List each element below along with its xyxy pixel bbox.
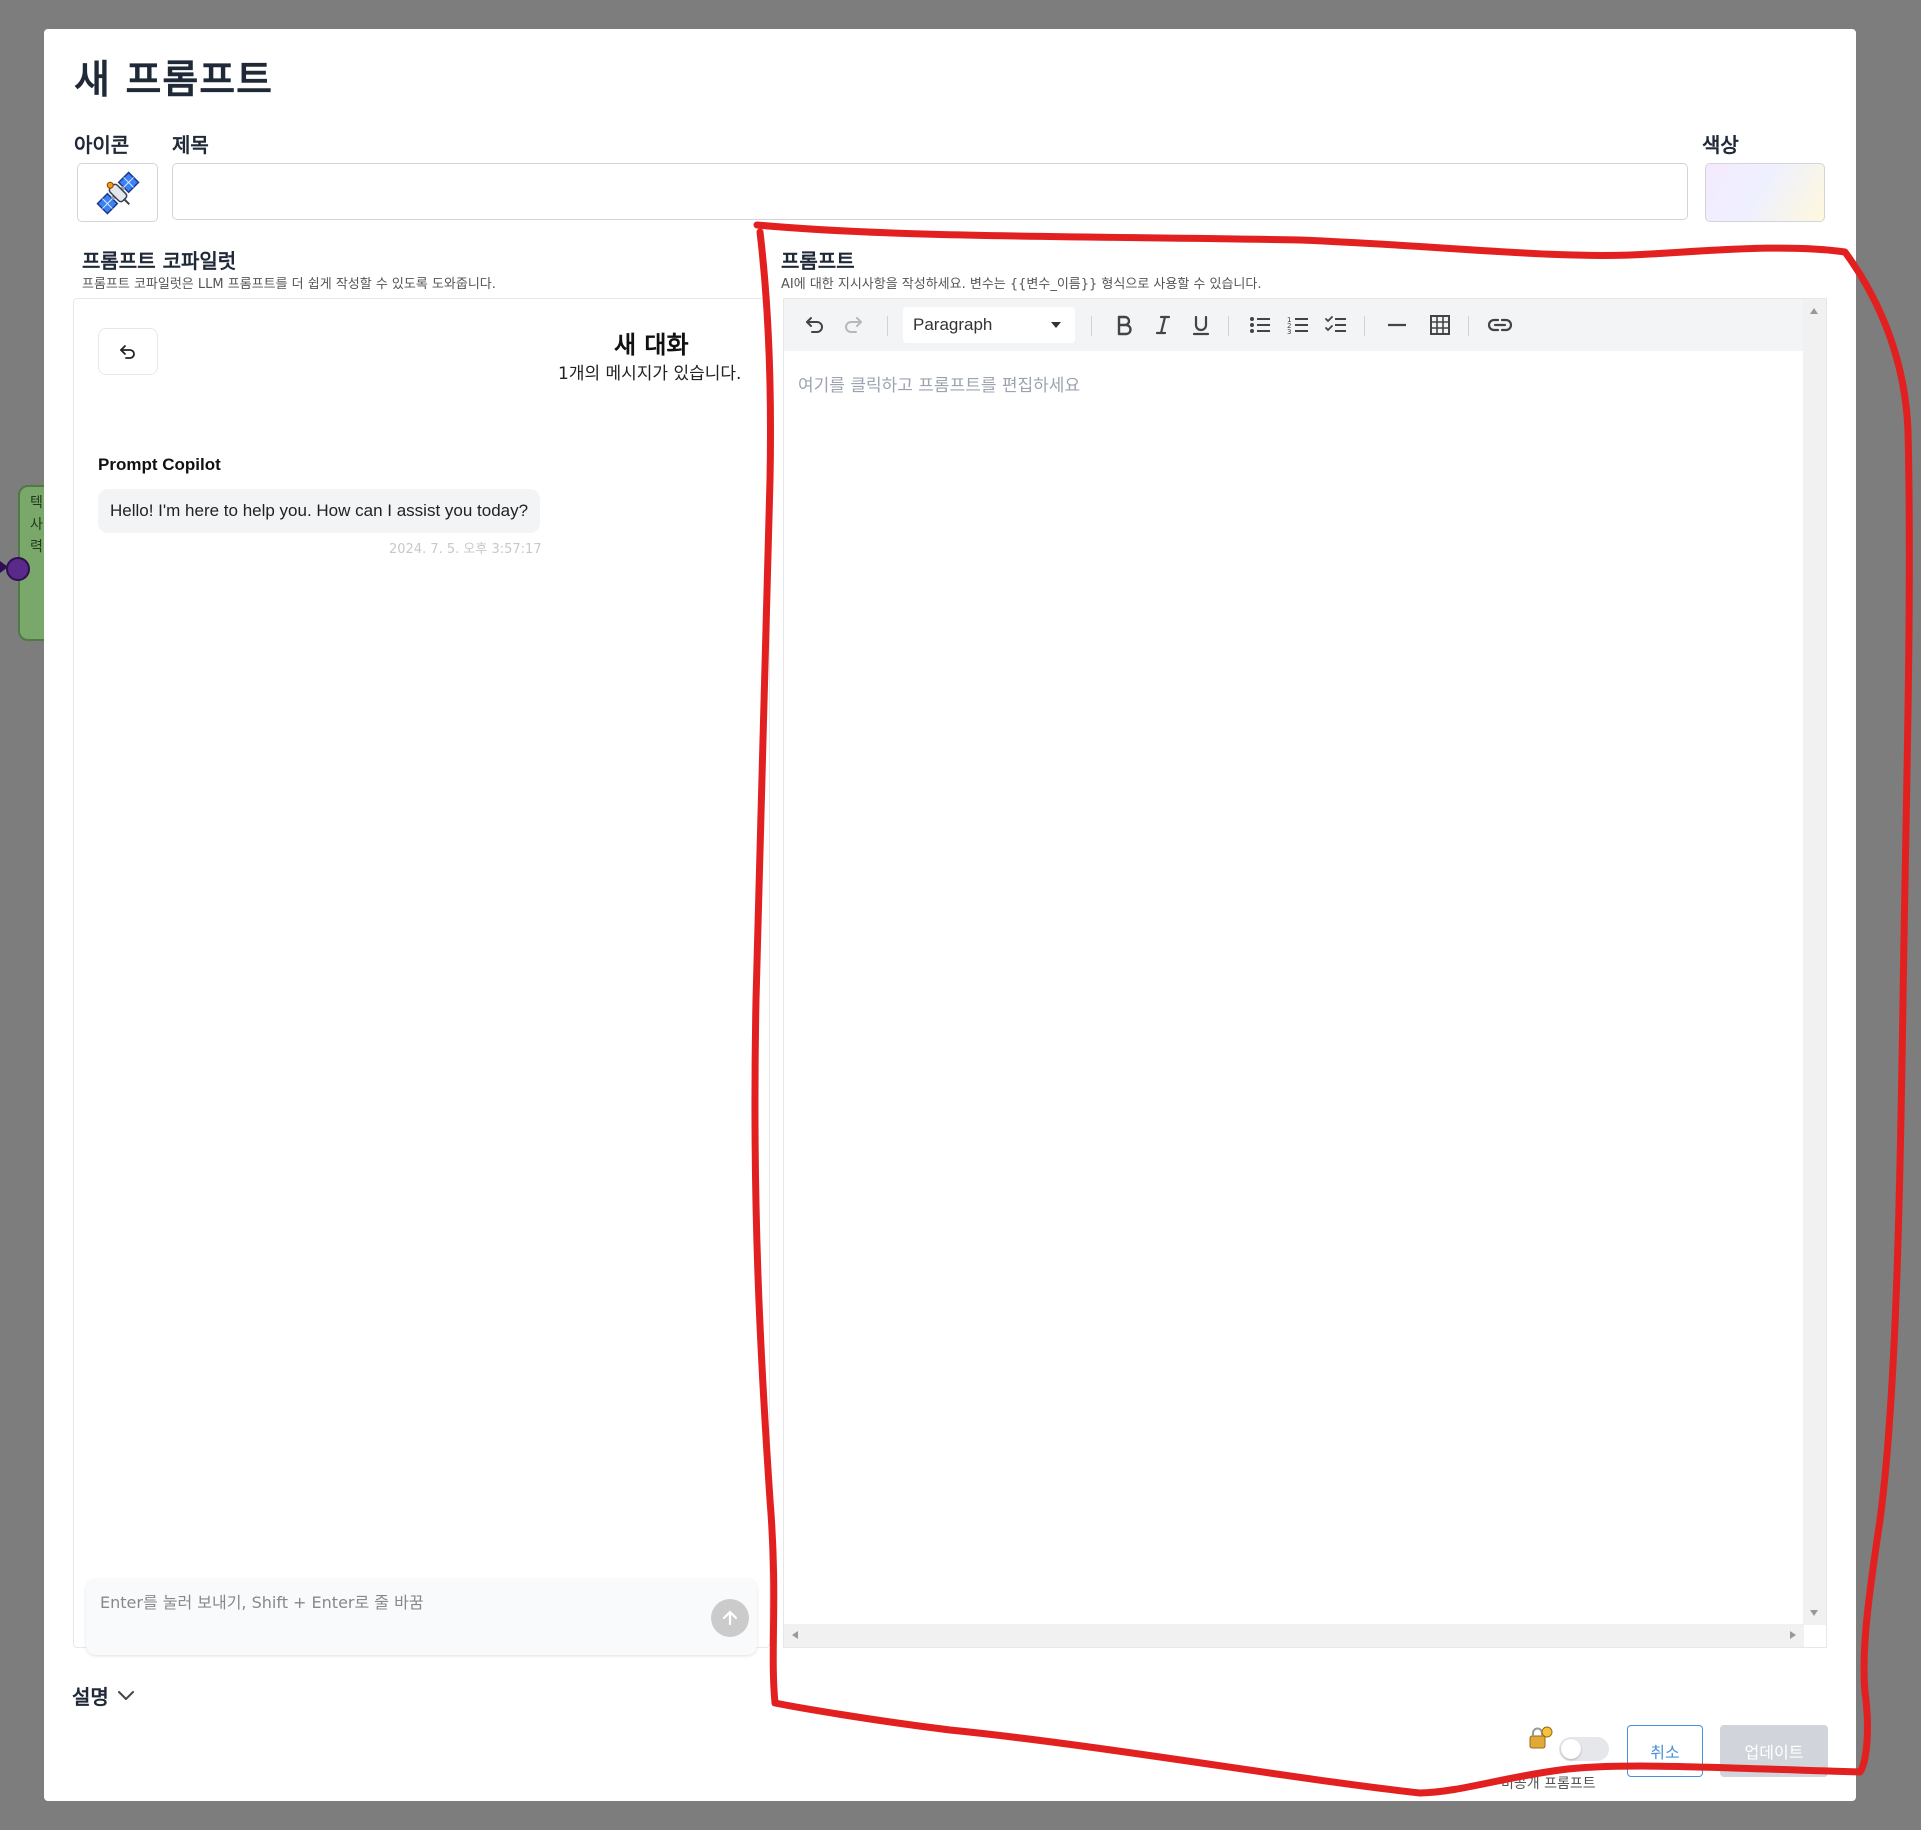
copilot-subtitle: 프롬프트 코파일럿은 LLM 프롬프트를 더 쉽게 작성할 수 있도록 도와줍니… <box>82 277 496 292</box>
bold-button[interactable] <box>1109 310 1139 340</box>
bullet-list-button[interactable] <box>1245 310 1275 340</box>
satellite-icon <box>95 170 140 215</box>
chevron-down-icon <box>1051 322 1061 328</box>
scroll-left-icon[interactable] <box>792 1631 798 1639</box>
color-picker-swatch[interactable] <box>1705 163 1825 222</box>
copilot-title: 프롬프트 코파일럿 <box>82 249 237 273</box>
icon-label: 아이콘 <box>74 133 130 157</box>
reset-conversation-button[interactable] <box>98 328 158 375</box>
block-type-select[interactable]: Paragraph <box>903 307 1075 343</box>
undo-arrow-icon <box>120 344 135 359</box>
link-button[interactable] <box>1485 310 1515 340</box>
redo-button[interactable] <box>838 310 868 340</box>
italic-icon <box>1155 315 1171 335</box>
numbered-list-button[interactable]: 1 2 3 <box>1283 310 1313 340</box>
bold-icon <box>1117 315 1132 336</box>
color-label: 색상 <box>1702 133 1739 157</box>
description-toggle[interactable]: 설명 <box>72 1681 135 1710</box>
icon-picker-button[interactable] <box>77 163 158 222</box>
update-button[interactable]: 업데이트 <box>1720 1725 1828 1777</box>
conversation-title: 새 대화 <box>614 331 689 359</box>
block-type-value: Paragraph <box>913 315 993 334</box>
undo-icon <box>806 317 823 333</box>
prompt-title: 프롬프트 <box>781 249 855 273</box>
message-timestamp: 2024. 7. 5. 오후 3:57:17 <box>389 542 542 557</box>
svg-text:3: 3 <box>1287 328 1291 336</box>
background-node-text: 텍 <box>30 495 43 511</box>
background-node-handle <box>6 557 30 581</box>
underline-button[interactable] <box>1186 310 1216 340</box>
private-prompt-label: 비공개 프롬프트 <box>1501 1776 1596 1792</box>
send-button[interactable] <box>711 1599 749 1637</box>
horizontal-scrollbar[interactable] <box>784 1624 1804 1647</box>
toggle-knob <box>1561 1739 1581 1759</box>
redo-icon <box>845 317 862 333</box>
private-prompt-toggle[interactable] <box>1559 1737 1609 1761</box>
editor-toolbar: Paragraph 1 2 3 <box>784 299 1804 351</box>
table-button[interactable] <box>1425 310 1455 340</box>
scroll-up-icon[interactable] <box>1810 308 1818 314</box>
chevron-down-icon <box>117 1690 134 1700</box>
numbered-list-icon: 1 2 3 <box>1287 316 1308 336</box>
table-icon <box>1430 315 1450 335</box>
horizontal-rule-button[interactable] <box>1382 310 1412 340</box>
background-node-text: 사 <box>30 517 43 533</box>
toolbar-separator <box>887 316 888 336</box>
toolbar-separator <box>1468 316 1469 336</box>
prompt-editor: Paragraph 1 2 3 여기를 클릭하고 프롬프트를 편집하세요 <box>783 298 1827 1648</box>
underline-icon <box>1192 315 1210 336</box>
background-node-text: 력 <box>30 539 43 555</box>
lock-icon <box>1529 1726 1553 1749</box>
toolbar-separator <box>1364 316 1365 336</box>
editor-placeholder[interactable]: 여기를 클릭하고 프롬프트를 편집하세요 <box>798 371 1080 396</box>
prompt-subtitle: AI에 대한 지시사항을 작성하세요. 변수는 {{변수_이름}} 형식으로 사… <box>781 277 1262 292</box>
horizontal-rule-icon <box>1388 323 1406 327</box>
message-sender: Prompt Copilot <box>98 455 221 474</box>
cancel-button[interactable]: 취소 <box>1627 1725 1703 1777</box>
title-label: 제목 <box>172 133 209 157</box>
scroll-right-icon[interactable] <box>1790 1631 1796 1639</box>
copilot-panel: 새 대화 1개의 메시지가 있습니다. Prompt Copilot Hello… <box>73 298 770 1655</box>
title-input[interactable] <box>172 163 1688 220</box>
new-prompt-modal: 새 프롬프트 아이콘 제목 색상 프롬프트 코파일럿 프롬프트 코파일럿은 LL… <box>44 29 1856 1801</box>
checklist-icon <box>1325 316 1346 332</box>
vertical-scrollbar[interactable] <box>1803 299 1826 1625</box>
toolbar-separator <box>1228 316 1229 336</box>
checklist-button[interactable] <box>1321 310 1351 340</box>
toolbar-separator <box>1091 316 1092 336</box>
modal-title: 새 프롬프트 <box>74 58 273 103</box>
message-bubble: Hello! I'm here to help you. How can I a… <box>98 489 541 533</box>
scroll-down-icon[interactable] <box>1810 1610 1818 1616</box>
link-icon <box>1487 318 1513 332</box>
undo-button[interactable] <box>800 310 830 340</box>
italic-button[interactable] <box>1148 310 1178 340</box>
description-label: 설명 <box>72 1685 109 1709</box>
conversation-count: 1개의 메시지가 있습니다. <box>558 364 742 384</box>
chat-input[interactable] <box>98 1587 702 1647</box>
chat-input-container <box>86 1579 757 1655</box>
bullet-list-icon <box>1250 317 1270 333</box>
arrow-up-icon <box>722 1610 738 1626</box>
